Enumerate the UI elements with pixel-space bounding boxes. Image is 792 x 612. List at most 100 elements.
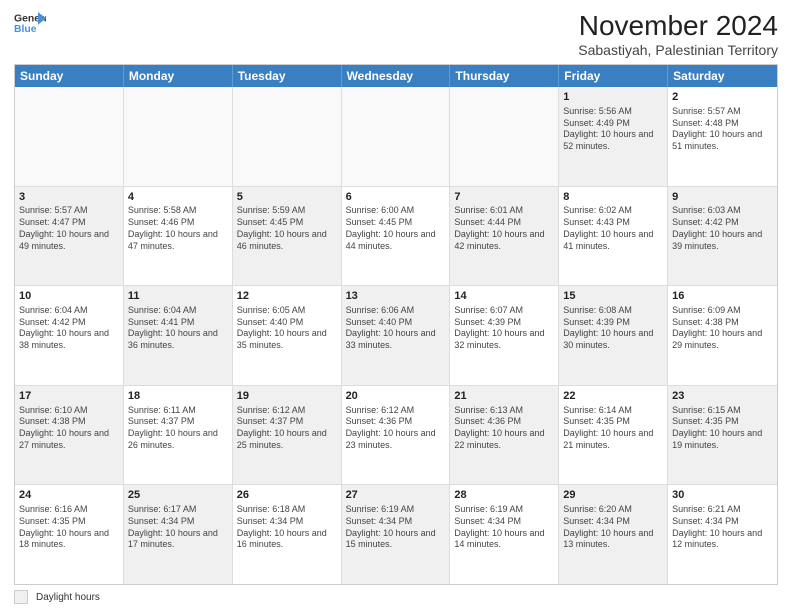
table-row: 22Sunrise: 6:14 AM Sunset: 4:35 PM Dayli…: [559, 386, 668, 485]
logo-icon: General Blue: [14, 10, 46, 38]
day-number: 4: [128, 190, 228, 205]
day-info: Sunrise: 6:00 AM Sunset: 4:45 PM Dayligh…: [346, 205, 446, 252]
table-row: 29Sunrise: 6:20 AM Sunset: 4:34 PM Dayli…: [559, 485, 668, 584]
day-info: Sunrise: 6:12 AM Sunset: 4:36 PM Dayligh…: [346, 405, 446, 452]
day-number: 26: [237, 488, 337, 503]
table-row: [233, 87, 342, 186]
table-row: 9Sunrise: 6:03 AM Sunset: 4:42 PM Daylig…: [668, 187, 777, 286]
day-info: Sunrise: 6:05 AM Sunset: 4:40 PM Dayligh…: [237, 305, 337, 352]
day-number: 9: [672, 190, 773, 205]
day-info: Sunrise: 6:08 AM Sunset: 4:39 PM Dayligh…: [563, 305, 663, 352]
table-row: [15, 87, 124, 186]
calendar-row-0: 1Sunrise: 5:56 AM Sunset: 4:49 PM Daylig…: [15, 87, 777, 186]
table-row: 25Sunrise: 6:17 AM Sunset: 4:34 PM Dayli…: [124, 485, 233, 584]
location-title: Sabastiyah, Palestinian Territory: [578, 42, 778, 58]
table-row: [450, 87, 559, 186]
day-number: 14: [454, 289, 554, 304]
day-info: Sunrise: 6:12 AM Sunset: 4:37 PM Dayligh…: [237, 405, 337, 452]
table-row: 18Sunrise: 6:11 AM Sunset: 4:37 PM Dayli…: [124, 386, 233, 485]
table-row: 23Sunrise: 6:15 AM Sunset: 4:35 PM Dayli…: [668, 386, 777, 485]
legend-box: [14, 590, 28, 604]
day-number: 6: [346, 190, 446, 205]
header-saturday: Saturday: [668, 65, 777, 87]
table-row: 21Sunrise: 6:13 AM Sunset: 4:36 PM Dayli…: [450, 386, 559, 485]
table-row: 14Sunrise: 6:07 AM Sunset: 4:39 PM Dayli…: [450, 286, 559, 385]
table-row: 13Sunrise: 6:06 AM Sunset: 4:40 PM Dayli…: [342, 286, 451, 385]
header-thursday: Thursday: [450, 65, 559, 87]
day-info: Sunrise: 6:16 AM Sunset: 4:35 PM Dayligh…: [19, 504, 119, 551]
day-number: 10: [19, 289, 119, 304]
calendar-row-1: 3Sunrise: 5:57 AM Sunset: 4:47 PM Daylig…: [15, 186, 777, 286]
day-number: 23: [672, 389, 773, 404]
legend: Daylight hours: [14, 590, 778, 604]
title-block: November 2024 Sabastiyah, Palestinian Te…: [578, 10, 778, 58]
day-info: Sunrise: 6:04 AM Sunset: 4:41 PM Dayligh…: [128, 305, 228, 352]
day-number: 22: [563, 389, 663, 404]
day-info: Sunrise: 6:20 AM Sunset: 4:34 PM Dayligh…: [563, 504, 663, 551]
day-info: Sunrise: 6:14 AM Sunset: 4:35 PM Dayligh…: [563, 405, 663, 452]
day-number: 18: [128, 389, 228, 404]
header: General Blue November 2024 Sabastiyah, P…: [14, 10, 778, 58]
day-number: 1: [563, 90, 663, 105]
day-number: 8: [563, 190, 663, 205]
table-row: 8Sunrise: 6:02 AM Sunset: 4:43 PM Daylig…: [559, 187, 668, 286]
table-row: 10Sunrise: 6:04 AM Sunset: 4:42 PM Dayli…: [15, 286, 124, 385]
day-info: Sunrise: 5:57 AM Sunset: 4:48 PM Dayligh…: [672, 106, 773, 153]
table-row: 17Sunrise: 6:10 AM Sunset: 4:38 PM Dayli…: [15, 386, 124, 485]
table-row: 15Sunrise: 6:08 AM Sunset: 4:39 PM Dayli…: [559, 286, 668, 385]
day-number: 13: [346, 289, 446, 304]
day-info: Sunrise: 6:06 AM Sunset: 4:40 PM Dayligh…: [346, 305, 446, 352]
day-number: 16: [672, 289, 773, 304]
day-number: 5: [237, 190, 337, 205]
day-number: 29: [563, 488, 663, 503]
table-row: 16Sunrise: 6:09 AM Sunset: 4:38 PM Dayli…: [668, 286, 777, 385]
header-tuesday: Tuesday: [233, 65, 342, 87]
day-info: Sunrise: 6:02 AM Sunset: 4:43 PM Dayligh…: [563, 205, 663, 252]
table-row: 3Sunrise: 5:57 AM Sunset: 4:47 PM Daylig…: [15, 187, 124, 286]
day-info: Sunrise: 6:03 AM Sunset: 4:42 PM Dayligh…: [672, 205, 773, 252]
table-row: 30Sunrise: 6:21 AM Sunset: 4:34 PM Dayli…: [668, 485, 777, 584]
day-info: Sunrise: 6:15 AM Sunset: 4:35 PM Dayligh…: [672, 405, 773, 452]
day-info: Sunrise: 6:01 AM Sunset: 4:44 PM Dayligh…: [454, 205, 554, 252]
day-info: Sunrise: 5:59 AM Sunset: 4:45 PM Dayligh…: [237, 205, 337, 252]
calendar-row-2: 10Sunrise: 6:04 AM Sunset: 4:42 PM Dayli…: [15, 285, 777, 385]
table-row: 28Sunrise: 6:19 AM Sunset: 4:34 PM Dayli…: [450, 485, 559, 584]
day-info: Sunrise: 6:19 AM Sunset: 4:34 PM Dayligh…: [346, 504, 446, 551]
day-number: 12: [237, 289, 337, 304]
day-number: 15: [563, 289, 663, 304]
day-info: Sunrise: 5:57 AM Sunset: 4:47 PM Dayligh…: [19, 205, 119, 252]
table-row: 26Sunrise: 6:18 AM Sunset: 4:34 PM Dayli…: [233, 485, 342, 584]
table-row: 11Sunrise: 6:04 AM Sunset: 4:41 PM Dayli…: [124, 286, 233, 385]
table-row: 4Sunrise: 5:58 AM Sunset: 4:46 PM Daylig…: [124, 187, 233, 286]
header-friday: Friday: [559, 65, 668, 87]
table-row: 7Sunrise: 6:01 AM Sunset: 4:44 PM Daylig…: [450, 187, 559, 286]
table-row: 12Sunrise: 6:05 AM Sunset: 4:40 PM Dayli…: [233, 286, 342, 385]
table-row: 20Sunrise: 6:12 AM Sunset: 4:36 PM Dayli…: [342, 386, 451, 485]
day-number: 24: [19, 488, 119, 503]
day-info: Sunrise: 6:10 AM Sunset: 4:38 PM Dayligh…: [19, 405, 119, 452]
table-row: 6Sunrise: 6:00 AM Sunset: 4:45 PM Daylig…: [342, 187, 451, 286]
day-number: 2: [672, 90, 773, 105]
table-row: [342, 87, 451, 186]
day-info: Sunrise: 6:17 AM Sunset: 4:34 PM Dayligh…: [128, 504, 228, 551]
day-number: 21: [454, 389, 554, 404]
day-info: Sunrise: 6:04 AM Sunset: 4:42 PM Dayligh…: [19, 305, 119, 352]
calendar-body: 1Sunrise: 5:56 AM Sunset: 4:49 PM Daylig…: [15, 87, 777, 584]
svg-text:Blue: Blue: [14, 24, 37, 35]
day-number: 19: [237, 389, 337, 404]
table-row: 27Sunrise: 6:19 AM Sunset: 4:34 PM Dayli…: [342, 485, 451, 584]
calendar-header: Sunday Monday Tuesday Wednesday Thursday…: [15, 65, 777, 87]
legend-label: Daylight hours: [36, 592, 100, 603]
header-monday: Monday: [124, 65, 233, 87]
day-number: 7: [454, 190, 554, 205]
day-number: 3: [19, 190, 119, 205]
day-info: Sunrise: 5:56 AM Sunset: 4:49 PM Dayligh…: [563, 106, 663, 153]
day-number: 20: [346, 389, 446, 404]
day-info: Sunrise: 6:09 AM Sunset: 4:38 PM Dayligh…: [672, 305, 773, 352]
day-info: Sunrise: 6:11 AM Sunset: 4:37 PM Dayligh…: [128, 405, 228, 452]
day-number: 25: [128, 488, 228, 503]
calendar-row-3: 17Sunrise: 6:10 AM Sunset: 4:38 PM Dayli…: [15, 385, 777, 485]
day-info: Sunrise: 6:19 AM Sunset: 4:34 PM Dayligh…: [454, 504, 554, 551]
day-number: 11: [128, 289, 228, 304]
day-info: Sunrise: 6:07 AM Sunset: 4:39 PM Dayligh…: [454, 305, 554, 352]
